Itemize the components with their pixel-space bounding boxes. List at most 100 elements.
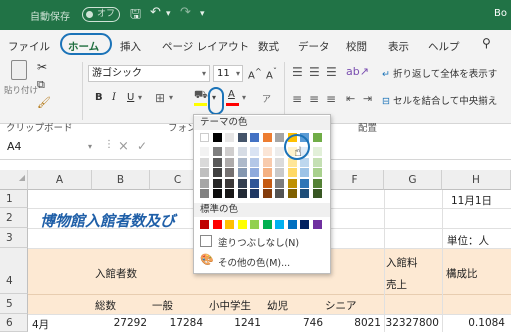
cell-d5[interactable]: 小中学生	[209, 298, 251, 313]
font-color-button[interactable]: A	[226, 88, 240, 108]
theme-shade-swatch[interactable]	[200, 168, 209, 177]
phonetic-icon[interactable]: ア	[262, 92, 271, 105]
theme-color-swatch[interactable]	[200, 133, 209, 142]
name-box[interactable]: A4 ▾	[4, 139, 96, 157]
theme-color-swatch[interactable]	[250, 133, 259, 142]
cell-a6[interactable]: 4月	[32, 317, 49, 332]
underline-dropdown-icon[interactable]: ▾	[138, 93, 142, 102]
standard-color-swatch[interactable]	[200, 220, 209, 229]
paste-button[interactable]: 貼り付け	[4, 60, 38, 104]
standard-color-swatch[interactable]	[225, 220, 234, 229]
search-icon[interactable]: ⚲	[482, 36, 491, 50]
theme-shade-swatch[interactable]	[225, 147, 234, 156]
tab-view[interactable]: 表示	[388, 39, 409, 54]
autosave-toggle[interactable]: オフ	[82, 7, 120, 22]
theme-shade-swatch[interactable]	[312, 178, 322, 188]
cell-f6[interactable]: 8021	[326, 317, 384, 329]
theme-shade-swatch[interactable]	[262, 147, 272, 156]
standard-color-swatch[interactable]	[312, 220, 322, 229]
theme-shade-swatch[interactable]	[200, 189, 209, 198]
theme-color-swatch[interactable]	[275, 133, 284, 142]
standard-color-swatch[interactable]	[212, 220, 222, 229]
cancel-formula-icon[interactable]: ×	[118, 139, 129, 154]
theme-shade-swatch[interactable]	[212, 189, 222, 198]
cell-g4-line2[interactable]: 売上	[386, 277, 407, 292]
theme-shade-swatch[interactable]	[212, 178, 222, 188]
column-header-f[interactable]: F	[326, 170, 384, 190]
cell-g6[interactable]: 32327800	[384, 317, 442, 329]
tab-review[interactable]: 校閲	[346, 39, 367, 54]
theme-shade-swatch[interactable]	[237, 178, 247, 188]
align-middle-icon[interactable]: ☰	[309, 65, 320, 79]
tab-data[interactable]: データ	[298, 39, 330, 54]
cell-c6[interactable]: 17284	[150, 317, 206, 329]
theme-shade-swatch[interactable]	[275, 147, 284, 156]
merge-center-button[interactable]: ⊟ セルを結合して中央揃え	[382, 93, 497, 107]
align-top-icon[interactable]: ☰	[292, 65, 303, 79]
theme-shade-swatch[interactable]	[312, 168, 322, 177]
save-icon[interactable]: 🖫	[130, 5, 141, 27]
theme-shade-swatch[interactable]	[262, 157, 272, 167]
column-header-a[interactable]: A	[28, 170, 92, 190]
theme-shade-swatch[interactable]	[250, 168, 259, 177]
theme-shade-swatch[interactable]	[300, 178, 309, 188]
border-dropdown-icon[interactable]: ▾	[169, 93, 173, 102]
cell-h3[interactable]: 単位：人	[447, 233, 489, 248]
theme-shade-swatch[interactable]	[250, 157, 259, 167]
font-size-box[interactable]: 11 ▾	[213, 65, 243, 82]
theme-shade-swatch[interactable]	[312, 147, 322, 156]
theme-shade-swatch[interactable]	[250, 147, 259, 156]
theme-color-swatch[interactable]	[237, 133, 247, 142]
row-header-2[interactable]: 2	[0, 208, 28, 228]
cut-icon[interactable]: ✂	[37, 60, 47, 74]
standard-color-swatch[interactable]	[237, 220, 247, 229]
align-right-icon[interactable]: ≡	[326, 92, 336, 106]
theme-shade-swatch[interactable]	[287, 178, 297, 188]
theme-shade-swatch[interactable]	[212, 147, 222, 156]
theme-shade-swatch[interactable]	[225, 178, 234, 188]
theme-color-swatch[interactable]	[312, 133, 322, 142]
theme-shade-swatch[interactable]	[200, 178, 209, 188]
cell-h6[interactable]: 0.1084	[442, 317, 511, 329]
theme-shade-swatch[interactable]	[212, 168, 222, 177]
undo-dropdown-icon[interactable]: ▾	[166, 9, 171, 19]
align-bottom-icon[interactable]: ☰	[326, 65, 337, 79]
theme-color-swatch[interactable]	[262, 133, 272, 142]
theme-shade-swatch[interactable]	[300, 168, 309, 177]
copy-icon[interactable]: ⧉	[37, 78, 45, 92]
align-left-icon[interactable]: ≡	[292, 92, 302, 106]
standard-color-swatch[interactable]	[300, 220, 309, 229]
row-header-6[interactable]: 6	[0, 314, 28, 332]
theme-shade-swatch[interactable]	[225, 189, 234, 198]
row-header-3[interactable]: 3	[0, 228, 28, 248]
column-header-h[interactable]: H	[442, 170, 511, 190]
tab-help[interactable]: ヘルプ	[428, 39, 460, 54]
theme-shade-swatch[interactable]	[312, 189, 322, 198]
standard-color-swatch[interactable]	[275, 220, 284, 229]
cell-e6[interactable]: 746	[264, 317, 326, 329]
theme-shade-swatch[interactable]	[200, 157, 209, 167]
cell-d6[interactable]: 1241	[206, 317, 264, 329]
decrease-indent-icon[interactable]: ⇤	[346, 92, 355, 105]
theme-shade-swatch[interactable]	[225, 157, 234, 167]
standard-color-swatch[interactable]	[262, 220, 272, 229]
clipboard-launcher-icon[interactable]: ⌟	[68, 121, 71, 129]
cell-c5[interactable]: 一般	[152, 298, 173, 313]
cell-b5[interactable]: 総数	[95, 298, 116, 313]
theme-shade-swatch[interactable]	[287, 189, 297, 198]
enter-formula-icon[interactable]: ✓	[137, 139, 147, 153]
theme-color-swatch[interactable]	[212, 133, 222, 142]
redo-icon[interactable]: ↷	[180, 5, 191, 20]
more-colors-option[interactable]: 🎨 その他の色(M)...	[198, 253, 328, 269]
select-all-corner[interactable]: ◢	[0, 170, 28, 190]
undo-icon[interactable]: ↶	[150, 5, 161, 20]
cell-b6[interactable]: 27292	[92, 317, 150, 329]
theme-shade-swatch[interactable]	[300, 189, 309, 198]
cell-b4[interactable]: 入館者数	[95, 266, 137, 281]
bold-button[interactable]: B	[95, 92, 103, 103]
decrease-font-size-icon[interactable]: Aˇ	[266, 66, 277, 81]
theme-shade-swatch[interactable]	[212, 157, 222, 167]
theme-shade-swatch[interactable]	[287, 168, 297, 177]
cell-h4[interactable]: 構成比	[446, 266, 478, 281]
theme-shade-swatch[interactable]	[200, 147, 209, 156]
